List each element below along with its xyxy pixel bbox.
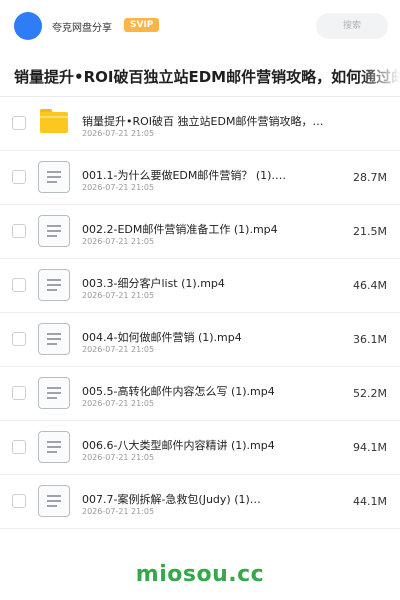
file-name: 006.6-八大类型邮件内容精讲 (1).mp4 — [82, 439, 275, 452]
list-item[interactable]: 002.2-EDM邮件营销准备工作 (1).mp4 2026-07-21 21:… — [0, 205, 400, 259]
file-name: 004.4-如何做邮件营销 (1).mp4 — [82, 331, 242, 344]
file-date: 2026-07-21 21:05 — [82, 453, 155, 462]
file-size: 94.1M — [353, 441, 387, 454]
document-icon — [38, 431, 70, 463]
select-checkbox[interactable] — [12, 170, 26, 184]
owner-name: 夸克网盘分享 — [52, 23, 112, 34]
file-list: 销量提升•ROI破百 独立站EDM邮件营销攻略，如… 2026-07-21 21… — [0, 97, 400, 529]
list-item[interactable]: 001.1-为什么要做EDM邮件营销？ (1).… 2026-07-21 21:… — [0, 151, 400, 205]
list-item[interactable]: 003.3-细分客户list (1).mp4 2026-07-21 21:05 … — [0, 259, 400, 313]
file-date: 2026-07-21 21:05 — [82, 399, 155, 408]
list-item[interactable]: 004.4-如何做邮件营销 (1).mp4 2026-07-21 21:05 3… — [0, 313, 400, 367]
file-name: 007.7-案例拆解-急救包(Judy) (1)… — [82, 493, 261, 506]
select-checkbox[interactable] — [12, 116, 26, 130]
list-item[interactable]: 006.6-八大类型邮件内容精讲 (1).mp4 2026-07-21 21:0… — [0, 421, 400, 475]
file-name: 001.1-为什么要做EDM邮件营销？ (1).… — [82, 169, 286, 182]
file-size: 36.1M — [353, 333, 387, 346]
file-size: 46.4M — [353, 279, 387, 292]
file-size: 44.1M — [353, 495, 387, 508]
file-date: 2026-07-21 21:05 — [82, 345, 155, 354]
file-name: 003.3-细分客户list (1).mp4 — [82, 277, 225, 290]
list-item[interactable]: 007.7-案例拆解-急救包(Judy) (1)… 2026-07-21 21:… — [0, 475, 400, 529]
file-name: 销量提升•ROI破百 独立站EDM邮件营销攻略，如… — [82, 115, 332, 128]
document-icon — [38, 323, 70, 355]
file-size: 21.5M — [353, 225, 387, 238]
file-date: 2026-07-21 21:05 — [82, 129, 155, 138]
page-title: 销量提升•ROI破百独立站EDM邮件营销攻略，如何通过邮件 — [14, 68, 400, 86]
watermark-text: miosou.cc — [135, 562, 265, 587]
file-date: 2026-07-21 21:05 — [82, 237, 155, 246]
document-icon — [38, 269, 70, 301]
list-item[interactable]: 005.5-高转化邮件内容怎么写 (1).mp4 2026-07-21 21:0… — [0, 367, 400, 421]
title-fade — [360, 58, 400, 94]
avatar[interactable] — [14, 12, 42, 40]
list-item[interactable]: 销量提升•ROI破百 独立站EDM邮件营销攻略，如… 2026-07-21 21… — [0, 97, 400, 151]
select-checkbox[interactable] — [12, 386, 26, 400]
search-input[interactable]: 搜索 — [316, 13, 388, 39]
select-checkbox[interactable] — [12, 224, 26, 238]
document-icon — [38, 161, 70, 193]
document-icon — [38, 215, 70, 247]
document-icon — [38, 485, 70, 517]
select-checkbox[interactable] — [12, 494, 26, 508]
file-date: 2026-07-21 21:05 — [82, 291, 155, 300]
folder-icon — [40, 109, 68, 133]
file-name: 005.5-高转化邮件内容怎么写 (1).mp4 — [82, 385, 275, 398]
file-date: 2026-07-21 21:05 — [82, 183, 155, 192]
file-name: 002.2-EDM邮件营销准备工作 (1).mp4 — [82, 223, 278, 236]
select-checkbox[interactable] — [12, 332, 26, 346]
title-bar: 销量提升•ROI破百独立站EDM邮件营销攻略，如何通过邮件 — [0, 58, 400, 94]
select-checkbox[interactable] — [12, 278, 26, 292]
select-checkbox[interactable] — [12, 440, 26, 454]
svip-badge: SVIP — [124, 18, 160, 32]
document-icon — [38, 377, 70, 409]
file-size: 28.7M — [353, 171, 387, 184]
file-size: 52.2M — [353, 387, 387, 400]
file-date: 2026-07-21 21:05 — [82, 507, 155, 516]
header-bar: 夸克网盘分享 SVIP 搜索 — [0, 0, 400, 52]
